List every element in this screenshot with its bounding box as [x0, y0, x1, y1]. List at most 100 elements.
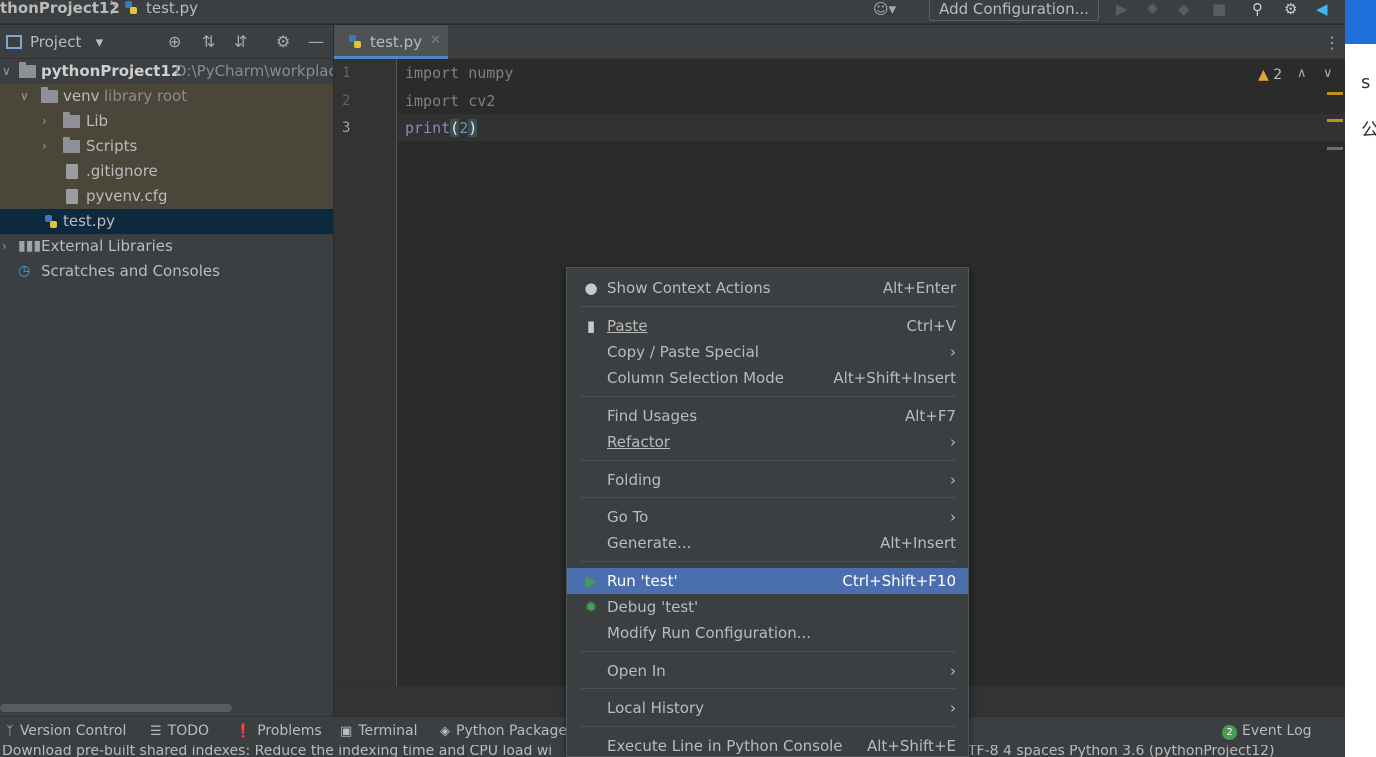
horizontal-scrollbar[interactable] [0, 704, 232, 712]
editor-tab-bar: test.py ✕ ⋮ [334, 25, 1345, 59]
tree-item-scripts[interactable]: › Scripts [0, 134, 333, 159]
todo-button[interactable]: ☰ TODO [150, 723, 209, 739]
search-icon[interactable]: ⚲ [1252, 0, 1263, 18]
menu-separator [581, 396, 956, 397]
expand-all-icon[interactable]: ⇅ [202, 32, 215, 51]
status-message[interactable]: Download pre-built shared indexes: Reduc… [2, 745, 552, 757]
tree-item-external-libraries[interactable]: › ▮▮▮ External Libraries [0, 234, 333, 259]
line-number: 2 [342, 93, 351, 109]
debug-icon[interactable]: ✹ [1146, 0, 1159, 18]
menu-item-go-to[interactable]: Go To › [567, 504, 968, 530]
menu-separator [581, 497, 956, 498]
chevron-down-icon[interactable]: ∨ [20, 84, 29, 109]
chevron-down-icon[interactable]: ∨ [1323, 66, 1333, 81]
menu-item-paste[interactable]: ▮ Paste Ctrl+V [567, 313, 968, 339]
chevron-down-icon[interactable]: ∨ [2, 59, 11, 84]
python-file-icon [44, 215, 58, 229]
folder-icon [63, 137, 80, 153]
code-paren: ( [450, 119, 460, 137]
menu-separator [581, 651, 956, 652]
chevron-up-icon[interactable]: ∧ [1297, 66, 1307, 81]
python-packages-button[interactable]: ◈ Python Packages [440, 723, 574, 739]
user-icon[interactable]: ☺▾ [873, 0, 896, 18]
gear-icon[interactable]: ⚙ [276, 32, 290, 51]
project-panel-title[interactable]: Project ▾ [30, 33, 103, 51]
add-configuration-button[interactable]: Add Configuration... [929, 0, 1099, 21]
coverage-icon[interactable]: ◆ [1178, 0, 1190, 18]
breadcrumb-separator: 〉 [110, 0, 126, 17]
more-vertical-icon[interactable]: ⋮ [1324, 33, 1340, 52]
stop-icon[interactable]: ■ [1212, 0, 1226, 18]
tree-item-pyvenv-cfg[interactable]: pyvenv.cfg [0, 184, 333, 209]
breadcrumb-file[interactable]: test.py [146, 0, 198, 16]
tree-item-venv[interactable]: ∨ venv library root [0, 84, 333, 109]
menu-item-column-selection-mode[interactable]: Column Selection Mode Alt+Shift+Insert [567, 365, 968, 391]
tree-item-label: pyvenv.cfg [86, 187, 168, 205]
menu-item-open-in[interactable]: Open In › [567, 658, 968, 684]
project-window-icon [6, 35, 22, 49]
menu-separator [581, 460, 956, 461]
menu-item-debug-test[interactable]: ✹ Debug 'test' [567, 594, 968, 620]
layers-icon: ◈ [440, 724, 450, 739]
tree-item-lib[interactable]: › Lib [0, 109, 333, 134]
project-panel-header: Project ▾ ⊕ ⇅ ⇵ ⚙ — [0, 25, 333, 59]
event-log-badge: 2 [1222, 725, 1237, 740]
tree-item-pythonproject12[interactable]: ∨ pythonProject12 D:\PyCharm\workplac [0, 59, 333, 84]
tree-item-test-py[interactable]: test.py [0, 209, 333, 234]
problems-button[interactable]: ❗ Problems [235, 723, 322, 739]
menu-separator [581, 561, 956, 562]
warning-stripe[interactable] [1327, 119, 1343, 122]
code-line-2: import cv2 [405, 92, 496, 110]
chevron-right-icon: › [950, 343, 956, 361]
warning-icon: ▲ [1258, 67, 1269, 83]
editor-context-menu: ● Show Context Actions Alt+Enter ▮ Paste… [566, 267, 969, 757]
run-icon[interactable]: ▶ [1116, 0, 1128, 18]
menu-item-copy-paste-special[interactable]: Copy / Paste Special › [567, 339, 968, 365]
scroll-marker[interactable] [1327, 147, 1343, 150]
close-icon[interactable]: ✕ [430, 33, 441, 48]
menu-item-modify-run-configuration[interactable]: Modify Run Configuration... [567, 620, 968, 646]
chevron-right-icon: › [950, 699, 956, 717]
pycharm-logo-icon[interactable]: ◀ [1316, 0, 1328, 18]
project-tree: ∨ pythonProject12 D:\PyCharm\workplac ∨ … [0, 59, 333, 686]
menu-item-folding[interactable]: Folding › [567, 467, 968, 493]
menu-item-find-usages[interactable]: Find Usages Alt+F7 [567, 403, 968, 429]
locate-icon[interactable]: ⊕ [168, 32, 181, 51]
breadcrumb-project[interactable]: thonProject12 [0, 0, 120, 16]
gear-icon[interactable]: ⚙ [1284, 0, 1297, 18]
tree-item-scratches[interactable]: ◷ Scratches and Consoles [0, 259, 333, 284]
chevron-right-icon[interactable]: › [42, 109, 47, 134]
chevron-right-icon[interactable]: › [42, 134, 47, 159]
inspection-widget[interactable]: ▲ 2 [1258, 67, 1282, 83]
info-icon: ❗ [235, 724, 252, 739]
chevron-right-icon: › [950, 508, 956, 526]
run-icon: ▶ [585, 572, 597, 590]
tree-item-gitignore[interactable]: .gitignore [0, 159, 333, 184]
collapse-all-icon[interactable]: ⇵ [234, 32, 247, 51]
tree-item-path: D:\PyCharm\workplac [175, 62, 333, 80]
tree-item-label: Lib [86, 112, 109, 130]
menu-item-execute-line-in-console[interactable]: Execute Line in Python Console Alt+Shift… [567, 733, 968, 756]
line-number: 3 [342, 120, 351, 136]
warning-count: 2 [1273, 67, 1283, 83]
menu-item-generate[interactable]: Generate... Alt+Insert [567, 530, 968, 556]
warning-stripe[interactable] [1327, 92, 1343, 95]
terminal-icon: ▣ [340, 724, 353, 739]
menu-item-local-history[interactable]: Local History › [567, 695, 968, 721]
libraries-icon: ▮▮▮ [18, 238, 42, 254]
menu-item-run-test[interactable]: ▶ Run 'test' Ctrl+Shift+F10 [567, 568, 968, 594]
tree-item-note: library root [104, 87, 188, 105]
chevron-right-icon: › [950, 471, 956, 489]
menu-item-refactor[interactable]: Refactor › [567, 429, 968, 455]
tab-test-py[interactable]: test.py ✕ [334, 25, 448, 59]
background-window-text: 公 [1361, 120, 1376, 141]
status-right-info[interactable]: TF-8 4 spaces Python 3.6 (pythonProject1… [968, 745, 1275, 757]
event-log-button[interactable]: 2 Event Log [1222, 723, 1312, 740]
python-file-icon [124, 0, 138, 16]
hide-icon[interactable]: — [308, 32, 324, 51]
terminal-button[interactable]: ▣ Terminal [340, 723, 417, 739]
menu-item-show-context-actions[interactable]: ● Show Context Actions Alt+Enter [567, 275, 968, 301]
version-control-button[interactable]: ᛉ Version Control [6, 723, 126, 739]
tree-item-label: Scratches and Consoles [41, 262, 220, 280]
chevron-right-icon[interactable]: › [2, 234, 7, 259]
